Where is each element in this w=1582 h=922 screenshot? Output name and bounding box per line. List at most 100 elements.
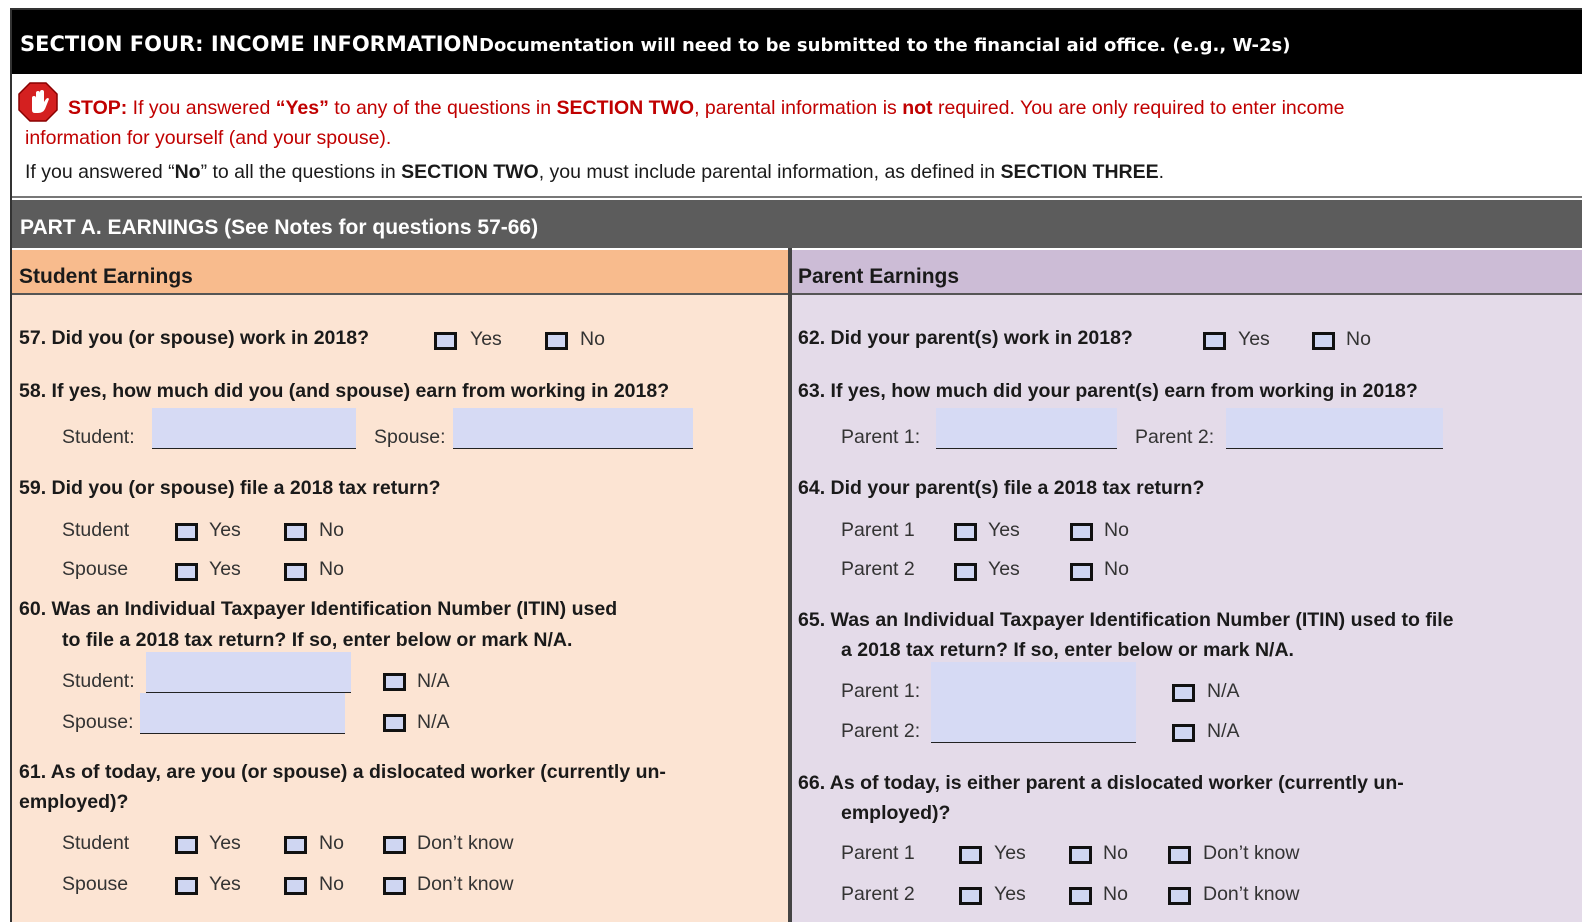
q60-student-na-label: N/A: [417, 670, 450, 692]
q66-parent1-dontknow-label: Don’t know: [1203, 842, 1300, 864]
q60-student-label: Student:: [62, 670, 135, 692]
q65-parent1-na-label: N/A: [1207, 680, 1240, 702]
q66-parent1-no-label: No: [1103, 842, 1128, 864]
q61-student-dontknow-label: Don’t know: [417, 832, 514, 854]
q66-parent2-no-checkbox[interactable]: [1069, 887, 1092, 905]
q60-spouse-na-label: N/A: [417, 711, 450, 733]
q57-label: 57. Did you (or spouse) work in 2018?: [19, 327, 370, 349]
q59-label: 59. Did you (or spouse) file a 2018 tax …: [19, 477, 441, 499]
q65-parent1-label: Parent 1:: [841, 680, 921, 702]
q65-parent2-na-label: N/A: [1207, 720, 1240, 742]
q61-student-no-checkbox[interactable]: [284, 836, 307, 854]
student-earnings-panel: [12, 250, 788, 922]
q57-yes-checkbox[interactable]: [434, 332, 457, 350]
q63-parent1-earnings-input[interactable]: [936, 408, 1117, 449]
q66-parent1-label: Parent 1: [841, 842, 915, 864]
q62-no-checkbox[interactable]: [1312, 332, 1335, 350]
q66-parent1-yes-label: Yes: [994, 842, 1026, 864]
q66-parent2-no-label: No: [1103, 883, 1128, 905]
q64-parent2-yes-checkbox[interactable]: [954, 563, 977, 581]
q59-spouse-no-checkbox[interactable]: [284, 563, 307, 581]
q65-parent2-label: Parent 2:: [841, 720, 921, 742]
q58-spouse-label: Spouse:: [374, 426, 446, 448]
q66-parent2-dontknow-label: Don’t know: [1203, 883, 1300, 905]
q66-parent1-yes-checkbox[interactable]: [959, 846, 982, 864]
q64-parent1-yes-checkbox[interactable]: [954, 523, 977, 541]
q58-student-earnings-input[interactable]: [152, 408, 356, 449]
q58-student-label: Student:: [62, 426, 135, 448]
q66-label-line2: employed)?: [841, 802, 951, 824]
q64-parent1-yes-label: Yes: [988, 519, 1020, 541]
q59-spouse-yes-label: Yes: [209, 558, 241, 580]
q61-spouse-yes-checkbox[interactable]: [175, 877, 198, 895]
q57-no-checkbox[interactable]: [545, 332, 568, 350]
q66-parent2-dontknow-checkbox[interactable]: [1168, 887, 1191, 905]
q66-parent1-no-checkbox[interactable]: [1069, 846, 1092, 864]
section-header: SECTION FOUR: INCOME INFORMATION Documen…: [12, 10, 1582, 74]
q59-spouse-yes-checkbox[interactable]: [175, 563, 198, 581]
q61-label-line2: employed)?: [19, 791, 129, 813]
q64-parent1-no-label: No: [1104, 519, 1129, 541]
q58-label: 58. If yes, how much did you (and spouse…: [19, 380, 670, 402]
q60-spouse-itin-input[interactable]: [140, 693, 345, 734]
q62-no-label: No: [1346, 328, 1371, 350]
q60-spouse-label: Spouse:: [62, 711, 134, 733]
q64-parent2-no-label: No: [1104, 558, 1129, 580]
stop-notice-line2: information for yourself (and your spous…: [25, 127, 392, 149]
q61-spouse-no-checkbox[interactable]: [284, 877, 307, 895]
q63-parent1-label: Parent 1:: [841, 426, 921, 448]
q60-label-line2: to file a 2018 tax return? If so, enter …: [62, 629, 573, 651]
q61-label-line1: 61. As of today, are you (or spouse) a d…: [19, 761, 666, 783]
q66-label-line1: 66. As of today, is either parent a disl…: [798, 772, 1404, 794]
q65-label-line2: a 2018 tax return? If so, enter below or…: [841, 639, 1294, 661]
q60-student-itin-input[interactable]: [146, 652, 351, 693]
q64-parent2-no-checkbox[interactable]: [1070, 563, 1093, 581]
q62-label: 62. Did your parent(s) work in 2018?: [798, 327, 1133, 349]
q62-yes-checkbox[interactable]: [1203, 332, 1226, 350]
q59-student-no-label: No: [319, 519, 344, 541]
q61-student-no-label: No: [319, 832, 344, 854]
q63-parent2-label: Parent 2:: [1135, 426, 1215, 448]
q65-parent1-itin-input[interactable]: [931, 662, 1136, 703]
q66-parent2-yes-label: Yes: [994, 883, 1026, 905]
q57-no-label: No: [580, 328, 605, 350]
q61-spouse-dontknow-checkbox[interactable]: [383, 877, 406, 895]
q64-parent1-no-checkbox[interactable]: [1070, 523, 1093, 541]
q65-parent2-itin-input[interactable]: [931, 702, 1136, 743]
q60-student-na-checkbox[interactable]: [383, 673, 406, 691]
q61-spouse-label: Spouse: [62, 873, 129, 895]
q58-spouse-earnings-input[interactable]: [453, 408, 693, 449]
q59-student-label: Student: [62, 519, 130, 541]
q61-spouse-yes-label: Yes: [209, 873, 241, 895]
q61-spouse-dontknow-label: Don’t know: [417, 873, 514, 895]
documentation-note: Documentation will need to be submitted …: [479, 35, 1291, 56]
q64-label: 64. Did your parent(s) file a 2018 tax r…: [798, 477, 1205, 499]
q57-yes-label: Yes: [470, 328, 502, 350]
q66-parent2-yes-checkbox[interactable]: [959, 887, 982, 905]
q65-parent1-na-checkbox[interactable]: [1172, 684, 1195, 702]
q64-parent2-label: Parent 2: [841, 558, 915, 580]
q65-parent2-na-checkbox[interactable]: [1172, 724, 1195, 742]
q64-parent1-label: Parent 1: [841, 519, 915, 541]
student-earnings-title: Student Earnings: [19, 265, 193, 288]
q61-student-dontknow-checkbox[interactable]: [383, 836, 406, 854]
section-title: SECTION FOUR: INCOME INFORMATION: [20, 32, 479, 56]
q66-parent2-label: Parent 2: [841, 883, 915, 905]
q60-spouse-na-checkbox[interactable]: [383, 714, 406, 732]
q59-student-yes-checkbox[interactable]: [175, 523, 198, 541]
q61-student-yes-checkbox[interactable]: [175, 836, 198, 854]
q60-label-line1: 60. Was an Individual Taxpayer Identific…: [19, 598, 618, 620]
q61-student-label: Student: [62, 832, 130, 854]
q59-student-yes-label: Yes: [209, 519, 241, 541]
q66-parent1-dontknow-checkbox[interactable]: [1168, 846, 1191, 864]
q64-parent2-yes-label: Yes: [988, 558, 1020, 580]
q59-spouse-no-label: No: [319, 558, 344, 580]
q63-label: 63. If yes, how much did your parent(s) …: [798, 380, 1418, 402]
q59-student-no-checkbox[interactable]: [284, 523, 307, 541]
column-divider: [788, 248, 792, 922]
parental-info-note: If you answered “No” to all the question…: [25, 161, 1165, 183]
stop-hand-icon: [18, 82, 58, 122]
q62-yes-label: Yes: [1238, 328, 1270, 350]
parent-earnings-title: Parent Earnings: [798, 265, 960, 288]
q63-parent2-earnings-input[interactable]: [1226, 408, 1443, 449]
